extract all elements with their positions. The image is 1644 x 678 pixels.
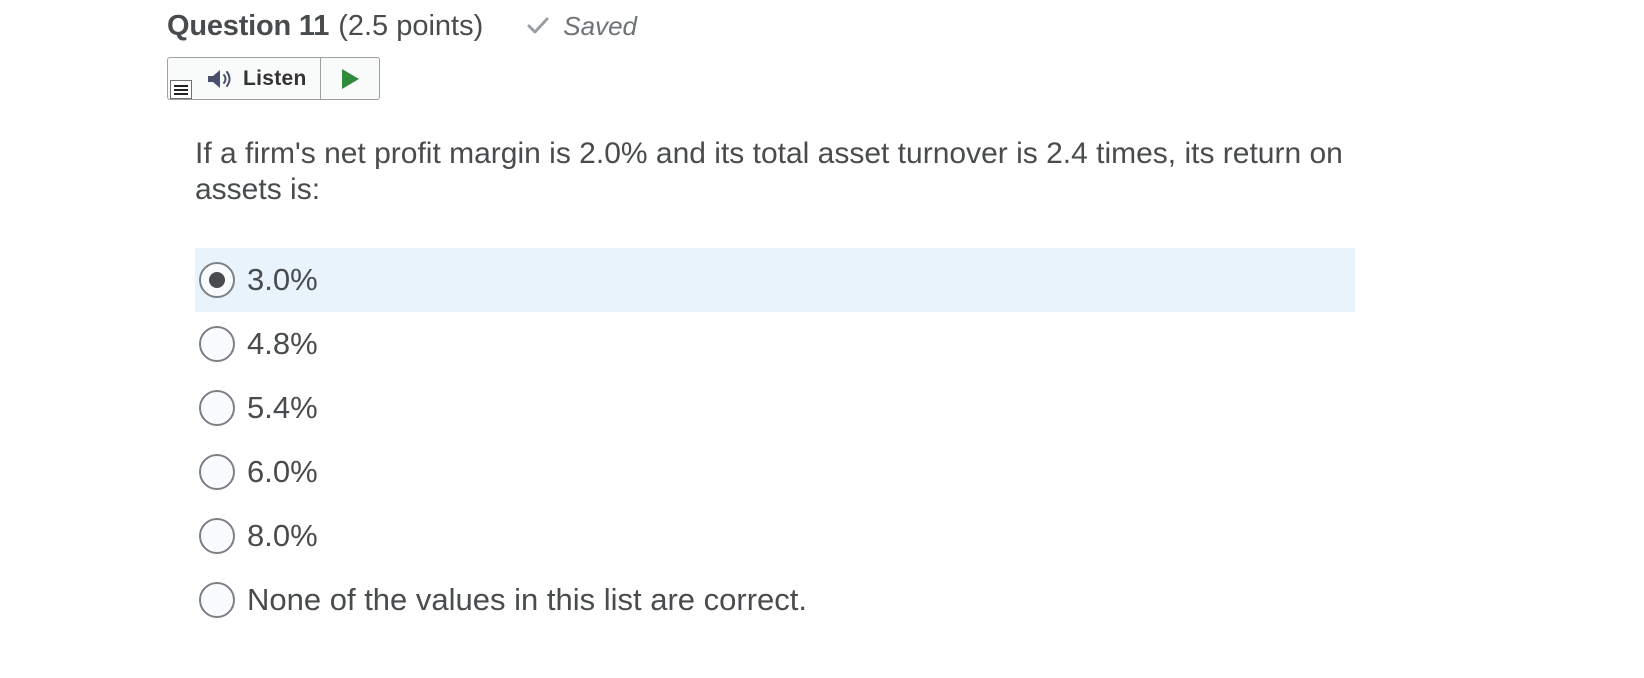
saved-label: Saved bbox=[563, 10, 637, 41]
answer-option[interactable]: 8.0% bbox=[195, 504, 1355, 568]
answer-label[interactable]: 4.8% bbox=[247, 326, 318, 362]
play-button[interactable] bbox=[321, 58, 379, 99]
radio-selected-dot bbox=[209, 272, 225, 288]
answer-label[interactable]: 6.0% bbox=[247, 454, 318, 490]
question-points: (2.5 points) bbox=[338, 9, 484, 42]
question-title: Question 11 bbox=[167, 9, 330, 42]
listen-label: Listen bbox=[243, 66, 307, 90]
quiz-page: Question 11 (2.5 points) Saved Listen If… bbox=[0, 0, 1644, 678]
answer-label[interactable]: 3.0% bbox=[247, 262, 318, 298]
answer-option[interactable]: 3.0% bbox=[195, 248, 1355, 312]
play-icon bbox=[342, 68, 359, 89]
radio-button[interactable] bbox=[199, 518, 235, 554]
answer-label[interactable]: 5.4% bbox=[247, 390, 318, 426]
check-icon bbox=[527, 17, 549, 34]
answer-option[interactable]: None of the values in this list are corr… bbox=[195, 568, 1355, 632]
menu-icon[interactable] bbox=[170, 80, 192, 99]
radio-button[interactable] bbox=[199, 326, 235, 362]
radio-button[interactable] bbox=[199, 454, 235, 490]
answer-option[interactable]: 6.0% bbox=[195, 440, 1355, 504]
answer-label[interactable]: None of the values in this list are corr… bbox=[247, 582, 807, 618]
question-header: Question 11 (2.5 points) Saved bbox=[167, 6, 637, 46]
answer-option[interactable]: 5.4% bbox=[195, 376, 1355, 440]
answer-options: 3.0% 4.8% 5.4% 6.0% 8.0% None of the val… bbox=[195, 248, 1355, 632]
answer-option[interactable]: 4.8% bbox=[195, 312, 1355, 376]
listen-toolbar: Listen bbox=[167, 57, 380, 100]
radio-button[interactable] bbox=[199, 582, 235, 618]
radio-button[interactable] bbox=[199, 262, 235, 298]
answer-label[interactable]: 8.0% bbox=[247, 518, 318, 554]
question-text: If a firm's net profit margin is 2.0% an… bbox=[195, 137, 1343, 206]
radio-button[interactable] bbox=[199, 390, 235, 426]
speaker-icon bbox=[208, 69, 231, 88]
saved-status: Saved bbox=[525, 11, 637, 42]
